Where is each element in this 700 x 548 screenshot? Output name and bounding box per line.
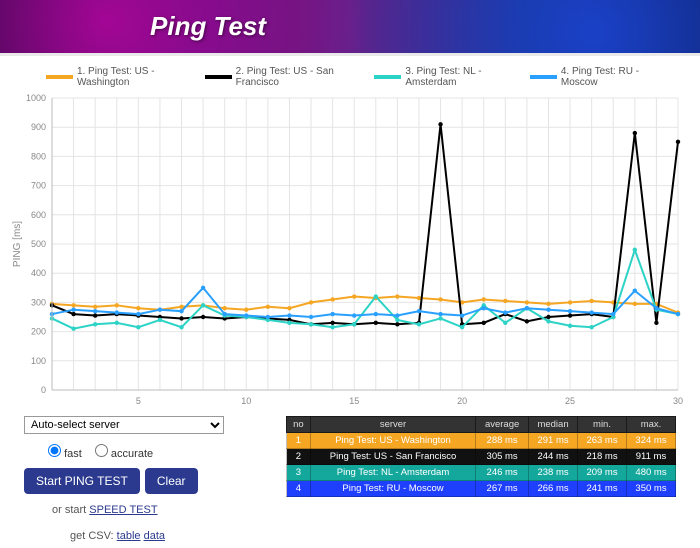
table-cell: 246 ms: [476, 465, 529, 481]
table-cell: 288 ms: [476, 433, 529, 449]
th-median: median: [529, 417, 578, 433]
table-cell: 3: [287, 465, 311, 481]
legend-item[interactable]: 1. Ping Test: US - Washington: [46, 66, 205, 88]
table-cell: 241 ms: [578, 481, 627, 497]
svg-text:0: 0: [41, 385, 46, 395]
legend-swatch: [374, 75, 401, 79]
chart-container: 1. Ping Test: US - Washington 2. Ping Tes…: [0, 56, 700, 412]
table-cell: 305 ms: [476, 449, 529, 465]
svg-text:200: 200: [31, 327, 46, 337]
table-cell: 4: [287, 481, 311, 497]
legend-item[interactable]: 2. Ping Test: US - San Francisco: [205, 66, 375, 88]
table-cell: Ping Test: US - San Francisco: [310, 449, 475, 465]
or-start-prefix: or start: [52, 504, 89, 516]
csv-prefix: get CSV:: [70, 530, 117, 542]
speed-test-link[interactable]: SPEED TEST: [89, 504, 157, 516]
svg-text:600: 600: [31, 210, 46, 220]
svg-text:25: 25: [565, 396, 575, 406]
th-min: min.: [578, 417, 627, 433]
csv-data-link[interactable]: data: [144, 530, 165, 542]
server-select[interactable]: Auto-select server: [24, 416, 224, 434]
clear-button[interactable]: Clear: [145, 468, 198, 494]
th-max: max.: [627, 417, 676, 433]
svg-text:1000: 1000: [26, 93, 46, 103]
svg-text:300: 300: [31, 297, 46, 307]
table-cell: Ping Test: RU - Moscow: [310, 481, 475, 497]
mode-accurate-text: accurate: [111, 448, 153, 460]
table-cell: 480 ms: [627, 465, 676, 481]
legend-swatch: [205, 75, 232, 79]
table-cell: 911 ms: [627, 449, 676, 465]
table-cell: 324 ms: [627, 433, 676, 449]
table-cell: 218 ms: [578, 449, 627, 465]
svg-text:100: 100: [31, 356, 46, 366]
table-cell: 263 ms: [578, 433, 627, 449]
table-cell: Ping Test: US - Washington: [310, 433, 475, 449]
svg-text:10: 10: [241, 396, 251, 406]
legend-label: 1. Ping Test: US - Washington: [77, 66, 205, 88]
table-row: 2Ping Test: US - San Francisco305 ms244 …: [287, 449, 676, 465]
th-no: no: [287, 417, 311, 433]
mode-fast-text: fast: [64, 448, 82, 460]
svg-text:PING [ms]: PING [ms]: [12, 221, 23, 267]
table-row: 1Ping Test: US - Washington288 ms291 ms2…: [287, 433, 676, 449]
table-cell: 238 ms: [529, 465, 578, 481]
table-cell: 1: [287, 433, 311, 449]
table-cell: Ping Test: NL - Amsterdam: [310, 465, 475, 481]
legend-swatch: [46, 75, 73, 79]
mode-accurate-label[interactable]: accurate: [95, 448, 153, 460]
legend-swatch: [530, 75, 557, 79]
th-server: server: [310, 417, 475, 433]
hero-banner: Ping Test: [0, 0, 700, 56]
legend-label: 4. Ping Test: RU - Moscow: [561, 66, 674, 88]
legend-item[interactable]: 4. Ping Test: RU - Moscow: [530, 66, 674, 88]
svg-text:500: 500: [31, 239, 46, 249]
table-cell: 266 ms: [529, 481, 578, 497]
table-cell: 267 ms: [476, 481, 529, 497]
svg-text:700: 700: [31, 181, 46, 191]
chart-legend: 1. Ping Test: US - Washington 2. Ping Tes…: [6, 62, 688, 92]
svg-text:800: 800: [31, 151, 46, 161]
csv-table-link[interactable]: table: [117, 530, 141, 542]
results-table: no server average median min. max. 1Ping…: [286, 416, 676, 497]
legend-label: 3. Ping Test: NL - Amsterdam: [405, 66, 530, 88]
mode-fast-label[interactable]: fast: [48, 448, 85, 460]
table-cell: 2: [287, 449, 311, 465]
mode-accurate-radio[interactable]: [95, 444, 108, 457]
th-average: average: [476, 417, 529, 433]
svg-text:30: 30: [673, 396, 683, 406]
table-row: 4Ping Test: RU - Moscow267 ms266 ms241 m…: [287, 481, 676, 497]
svg-text:400: 400: [31, 268, 46, 278]
ping-line-chart: 0 100 200 300 400 500 600 700 800 900 1000 5 10 15 20 2…: [6, 92, 688, 412]
table-cell: 244 ms: [529, 449, 578, 465]
svg-text:15: 15: [349, 396, 359, 406]
mode-fast-radio[interactable]: [48, 444, 61, 457]
svg-text:5: 5: [136, 396, 141, 406]
legend-item[interactable]: 3. Ping Test: NL - Amsterdam: [374, 66, 529, 88]
table-row: 3Ping Test: NL - Amsterdam246 ms238 ms20…: [287, 465, 676, 481]
legend-label: 2. Ping Test: US - San Francisco: [236, 66, 375, 88]
start-ping-button[interactable]: Start PING TEST: [24, 468, 140, 494]
svg-text:20: 20: [457, 396, 467, 406]
table-cell: 209 ms: [578, 465, 627, 481]
table-cell: 350 ms: [627, 481, 676, 497]
svg-text:900: 900: [31, 122, 46, 132]
controls-panel: Auto-select server fast accurate Start P…: [24, 416, 274, 542]
page-title: Ping Test: [150, 11, 266, 42]
table-cell: 291 ms: [529, 433, 578, 449]
